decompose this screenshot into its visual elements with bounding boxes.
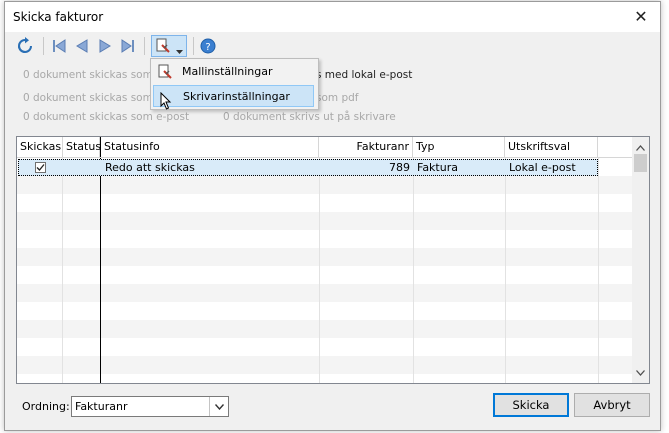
cancel-button[interactable]: Avbryt <box>574 393 650 417</box>
table-row <box>17 212 633 230</box>
help-icon[interactable]: ? <box>198 36 218 56</box>
chevron-down-icon[interactable] <box>209 397 228 416</box>
refresh-icon[interactable] <box>15 36 35 56</box>
cell-fakturanr: 789 <box>389 161 410 174</box>
menu-item-label: Skrivarinställningar <box>183 90 290 103</box>
next-record-icon[interactable] <box>95 36 115 56</box>
table-row <box>17 266 633 284</box>
settings-dropdown-menu: Mallinställningar Skrivarinställningar <box>150 58 319 110</box>
column-divider <box>319 158 320 383</box>
svg-text:?: ? <box>205 42 210 53</box>
template-settings-icon <box>157 64 173 80</box>
mouse-cursor-icon <box>160 91 176 110</box>
ordning-label: Ordning: <box>22 400 70 413</box>
cell-statusinfo: Redo att skickas <box>105 161 195 174</box>
menu-item-printer-settings[interactable]: Skrivarinställningar <box>153 85 314 110</box>
template-settings-icon <box>155 38 171 57</box>
table-row <box>17 194 633 212</box>
table-row <box>17 338 633 356</box>
cell-utskriftsval: Lokal e-post <box>509 161 576 174</box>
ordning-select-value: Fakturanr <box>75 400 128 413</box>
toolbar-separator <box>43 37 44 55</box>
invoice-grid[interactable]: Skickas Status Statusinfo Fakturanr Typ … <box>16 136 650 384</box>
window-title: Skicka fakturor <box>13 10 104 24</box>
column-header-typ[interactable]: Typ <box>413 137 505 157</box>
column-header-status[interactable]: Status <box>63 137 101 157</box>
table-row <box>17 284 633 302</box>
summary-line: 0 dokument skrivs ut på skrivare <box>223 111 396 123</box>
table-row <box>17 302 633 320</box>
first-record-icon[interactable] <box>49 36 69 56</box>
column-header-fakturanr[interactable]: Fakturanr <box>319 137 413 157</box>
scroll-thumb[interactable] <box>634 154 647 172</box>
last-record-icon[interactable] <box>118 36 138 56</box>
table-row <box>17 230 633 248</box>
vertical-scrollbar[interactable] <box>632 137 649 383</box>
table-row <box>17 356 633 374</box>
scroll-up-icon[interactable] <box>636 141 645 154</box>
column-divider <box>100 158 101 383</box>
ordning-select[interactable]: Fakturanr <box>71 396 229 417</box>
menu-item-label: Mallinställningar <box>182 65 273 78</box>
close-button[interactable]: ✕ <box>628 5 654 29</box>
send-button[interactable]: Skicka <box>493 393 569 417</box>
summary-line: 0 dokument skickas som e-post <box>23 111 190 123</box>
column-header-statusinfo[interactable]: Statusinfo <box>100 137 319 157</box>
table-row <box>17 248 633 266</box>
previous-record-icon[interactable] <box>72 36 92 56</box>
column-header-utskriftsval[interactable]: Utskriftsval <box>505 137 598 157</box>
column-divider <box>598 158 599 383</box>
toolbar-separator <box>144 37 145 55</box>
grid-header: Skickas Status Statusinfo Fakturanr Typ … <box>17 137 633 158</box>
table-row <box>17 374 633 383</box>
toolbar-separator <box>193 37 194 55</box>
table-row <box>17 320 633 338</box>
column-divider <box>505 158 506 383</box>
column-divider <box>413 158 414 383</box>
settings-split-button[interactable] <box>151 35 187 57</box>
table-row <box>17 176 633 194</box>
toolbar: ? <box>5 33 660 59</box>
column-divider <box>62 158 63 383</box>
cell-typ: Faktura <box>417 161 458 174</box>
summary-line: s med lokal e-post <box>316 69 413 81</box>
skickas-checkbox[interactable] <box>35 162 46 173</box>
column-header-skickas[interactable]: Skickas <box>17 137 63 157</box>
menu-item-template-settings[interactable]: Mallinställningar <box>153 61 314 83</box>
chevron-down-icon <box>176 44 183 57</box>
send-invoices-dialog: Skicka fakturor ✕ ? 0 dokument skickas s… <box>4 1 661 431</box>
summary-line: 0 dokument skickas som b <box>23 92 163 104</box>
title-bar: Skicka fakturor ✕ <box>5 2 660 32</box>
grid-rows <box>17 158 633 383</box>
summary-line: 0 dokument skickas som e <box>23 69 163 81</box>
scroll-down-icon[interactable] <box>636 366 645 379</box>
summary-line: som pdf <box>316 92 359 104</box>
